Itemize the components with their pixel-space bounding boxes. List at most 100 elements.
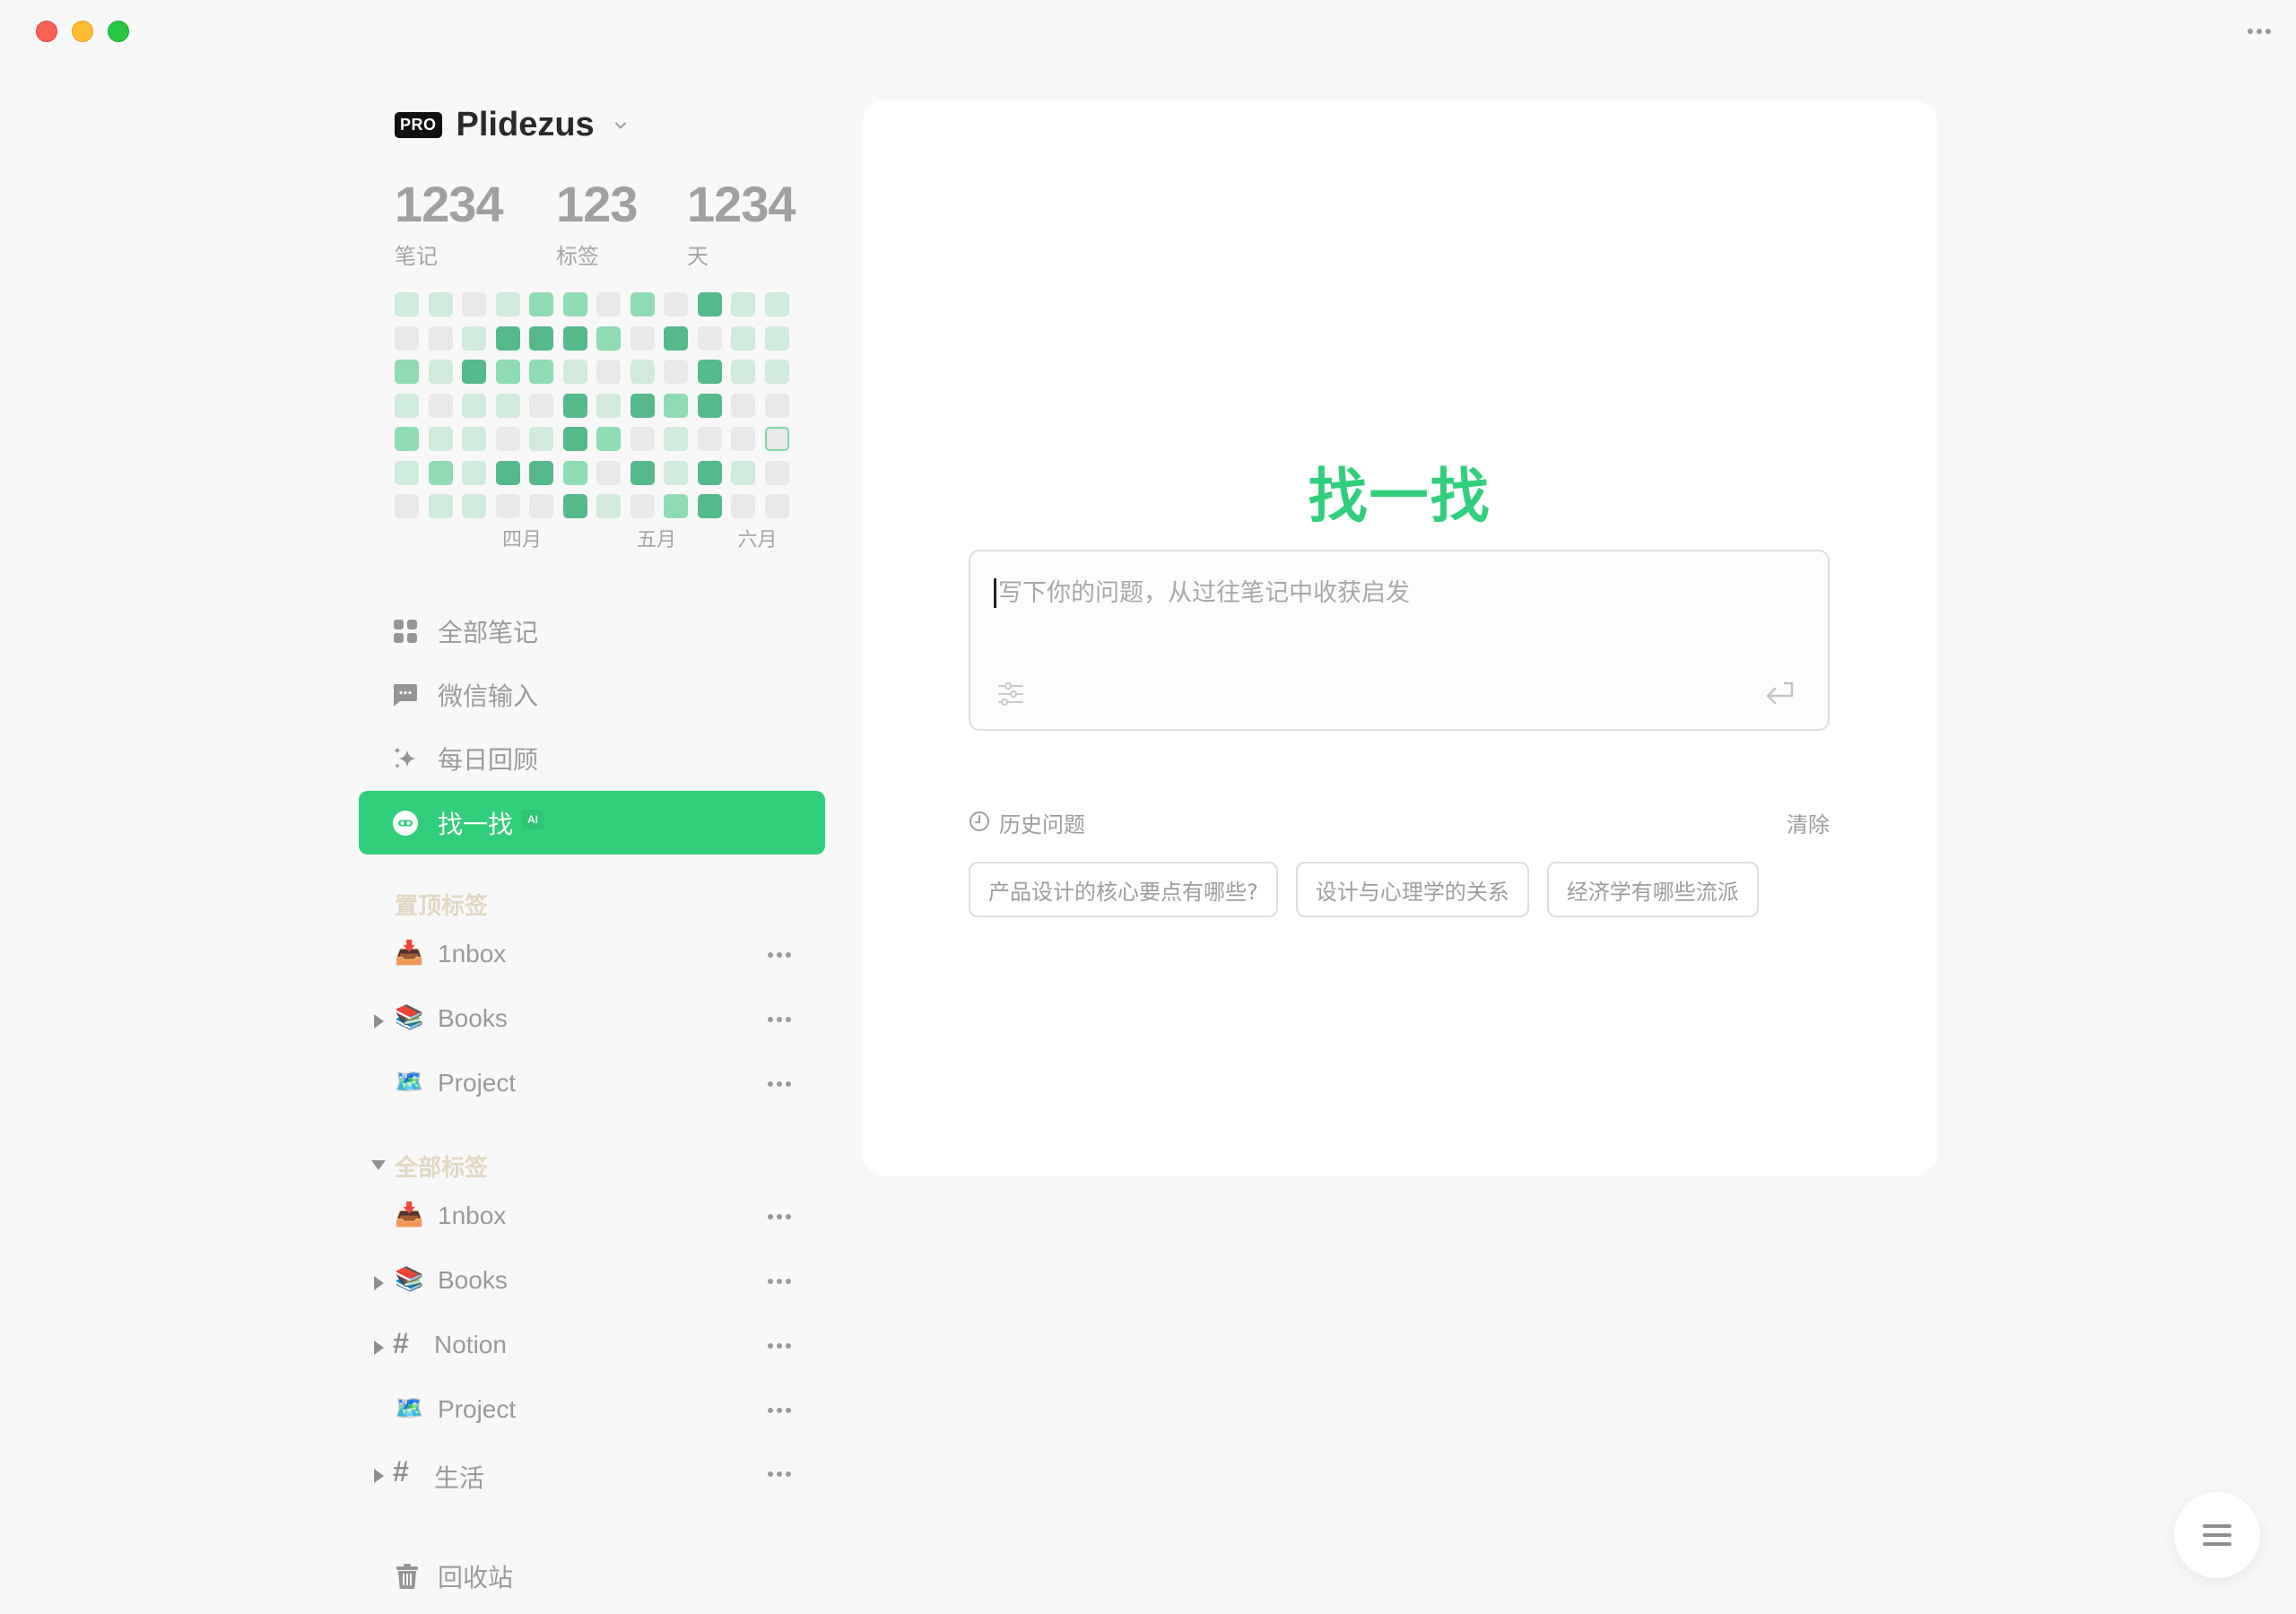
heatmap-cell[interactable] — [462, 292, 486, 317]
heatmap-cell[interactable] — [428, 393, 453, 418]
heatmap-cell[interactable] — [462, 325, 486, 351]
tag-more-button[interactable] — [764, 1340, 795, 1352]
heatmap-cell[interactable] — [428, 360, 453, 384]
heatmap-cell[interactable] — [731, 460, 755, 485]
history-question-chip[interactable]: 经济学有哪些流派 — [1546, 862, 1759, 917]
heatmap-cell[interactable] — [562, 393, 587, 418]
all-tags-title[interactable]: 全部标签 — [395, 1150, 488, 1183]
heatmap-cell[interactable] — [731, 360, 755, 384]
heatmap-cell[interactable] — [630, 494, 655, 518]
heatmap-cell[interactable] — [395, 360, 419, 384]
expand-caret-icon[interactable] — [374, 1469, 384, 1483]
heatmap-cell[interactable] — [596, 292, 621, 317]
heatmap-cell-today[interactable] — [764, 427, 789, 451]
heatmap-cell[interactable] — [495, 325, 520, 351]
heatmap-cell[interactable] — [664, 325, 688, 351]
heatmap-cell[interactable] — [764, 460, 789, 485]
nav-wechat-input[interactable]: 微信输入 — [359, 663, 825, 726]
heatmap-cell[interactable] — [428, 325, 453, 351]
heatmap-cell[interactable] — [495, 360, 520, 384]
heatmap-cell[interactable] — [630, 325, 655, 351]
nav-daily-review[interactable]: 每日回顾 — [359, 726, 825, 790]
heatmap-cell[interactable] — [562, 427, 587, 451]
tag-project[interactable]: 🗺️ Project — [359, 1386, 825, 1440]
heatmap-cell[interactable] — [630, 360, 655, 384]
nav-all-notes[interactable]: 全部笔记 — [359, 599, 825, 663]
heatmap-cell[interactable] — [495, 292, 520, 317]
tag-more-button[interactable] — [764, 1078, 795, 1090]
tag-more-button[interactable] — [764, 949, 795, 961]
pinned-tag-project[interactable]: 🗺️ Project — [359, 1060, 825, 1114]
heatmap-cell[interactable] — [395, 427, 419, 451]
heatmap-cell[interactable] — [697, 393, 722, 418]
tag-more-button[interactable] — [764, 1210, 795, 1223]
heatmap-cell[interactable] — [529, 494, 553, 518]
heatmap-cell[interactable] — [462, 427, 486, 451]
heatmap-cell[interactable] — [697, 460, 722, 485]
nav-trash[interactable]: 回收站 — [359, 1555, 825, 1600]
heatmap-cell[interactable] — [664, 494, 688, 518]
heatmap-cell[interactable] — [664, 393, 688, 418]
heatmap-cell[interactable] — [731, 427, 755, 451]
heatmap-cell[interactable] — [596, 360, 621, 384]
heatmap-cell[interactable] — [764, 325, 789, 351]
heatmap-cell[interactable] — [596, 427, 621, 451]
filter-settings-icon[interactable] — [997, 681, 1024, 707]
heatmap-cell[interactable] — [462, 393, 486, 418]
zoom-window-button[interactable] — [108, 21, 129, 42]
workspace-switcher[interactable]: PRO Plidezus — [395, 106, 627, 144]
tag-more-button[interactable] — [764, 1404, 795, 1417]
tag-notion[interactable]: # Notion — [359, 1322, 825, 1375]
heatmap-cell[interactable] — [664, 360, 688, 384]
heatmap-cell[interactable] — [664, 460, 688, 485]
heatmap-cell[interactable] — [562, 360, 587, 384]
heatmap-cell[interactable] — [764, 494, 789, 518]
heatmap-cell[interactable] — [529, 292, 553, 317]
heatmap-cell[interactable] — [562, 494, 587, 518]
heatmap-cell[interactable] — [462, 460, 486, 485]
tag-books[interactable]: 📚 Books — [359, 1257, 825, 1311]
history-question-chip[interactable]: 产品设计的核心要点有哪些? — [969, 862, 1278, 917]
heatmap-cell[interactable] — [462, 360, 486, 384]
heatmap-cell[interactable] — [697, 325, 722, 351]
nav-find[interactable]: 找一找 AI — [359, 791, 825, 855]
heatmap-cell[interactable] — [630, 460, 655, 485]
enter-submit-icon[interactable] — [1765, 681, 1796, 706]
heatmap-cell[interactable] — [596, 494, 621, 518]
heatmap-cell[interactable] — [562, 325, 587, 351]
heatmap-cell[interactable] — [495, 460, 520, 485]
heatmap-cell[interactable] — [495, 427, 520, 451]
heatmap-cell[interactable] — [428, 427, 453, 451]
pinned-tag-inbox[interactable]: 📥 1nbox — [359, 931, 825, 985]
heatmap-cell[interactable] — [697, 427, 722, 451]
heatmap-cell[interactable] — [562, 460, 587, 485]
expand-caret-icon[interactable] — [374, 1276, 384, 1290]
heatmap-cell[interactable] — [529, 393, 553, 418]
heatmap-cell[interactable] — [664, 292, 688, 317]
heatmap-cell[interactable] — [495, 393, 520, 418]
heatmap-cell[interactable] — [395, 393, 419, 418]
heatmap-cell[interactable] — [428, 494, 453, 518]
pinned-tag-books[interactable]: 📚 Books — [359, 995, 825, 1049]
close-window-button[interactable] — [36, 21, 57, 42]
heatmap-cell[interactable] — [529, 325, 553, 351]
heatmap-cell[interactable] — [764, 360, 789, 384]
heatmap-cell[interactable] — [664, 427, 688, 451]
heatmap-cell[interactable] — [428, 292, 453, 317]
heatmap-cell[interactable] — [596, 460, 621, 485]
minimize-window-button[interactable] — [72, 21, 93, 42]
heatmap-cell[interactable] — [596, 393, 621, 418]
heatmap-cell[interactable] — [395, 292, 419, 317]
window-more-button[interactable] — [2246, 25, 2273, 38]
menu-button[interactable] — [2174, 1492, 2260, 1578]
history-question-chip[interactable]: 设计与心理学的关系 — [1295, 862, 1529, 917]
heatmap-cell[interactable] — [630, 393, 655, 418]
heatmap-cell[interactable] — [697, 360, 722, 384]
expand-caret-icon[interactable] — [374, 1014, 384, 1028]
clear-history-button[interactable]: 清除 — [1787, 807, 1830, 838]
heatmap-cell[interactable] — [395, 325, 419, 351]
expand-caret-icon[interactable] — [374, 1341, 384, 1355]
heatmap-cell[interactable] — [630, 427, 655, 451]
collapse-caret-icon[interactable] — [371, 1160, 386, 1170]
heatmap-cell[interactable] — [428, 460, 453, 485]
